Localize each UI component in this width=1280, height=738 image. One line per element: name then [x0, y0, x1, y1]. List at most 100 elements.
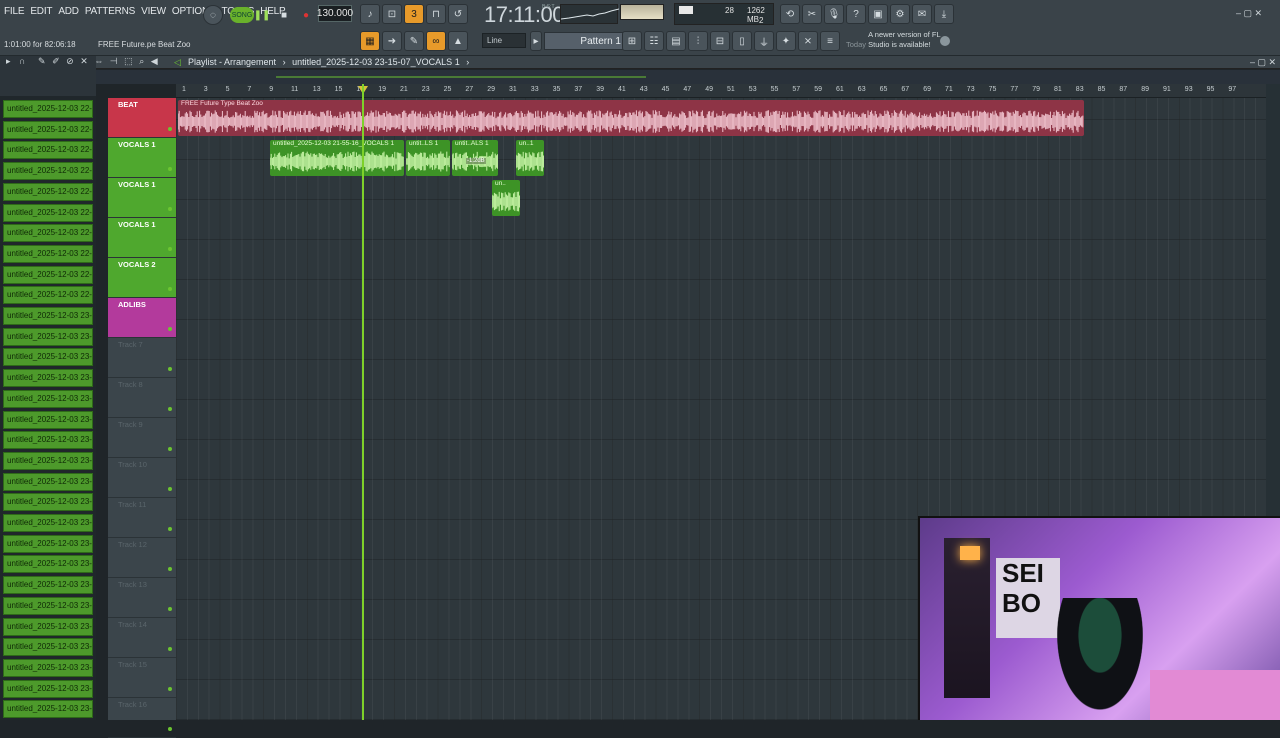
news-panel[interactable]: Today A newer version of FL Studio is av… — [846, 30, 954, 50]
browser-item[interactable]: untitled_2025-12-03 23-... — [3, 327, 93, 346]
menu-patterns[interactable]: PATTERNS — [85, 6, 135, 22]
cut-icon[interactable]: ✂ — [802, 4, 822, 24]
track-activity-icon[interactable] — [168, 687, 172, 691]
track-header[interactable]: Track 7 — [108, 338, 176, 378]
download-icon[interactable]: ⤓ — [934, 4, 954, 24]
mute-tool-icon[interactable]: ✕ — [80, 56, 88, 66]
track-activity-icon[interactable] — [168, 287, 172, 291]
browser-item[interactable]: untitled_2025-12-03 23-... — [3, 555, 93, 574]
playlist-icon[interactable]: ▦ — [360, 31, 380, 51]
track-header[interactable]: Track 12 — [108, 538, 176, 578]
step-edit-icon[interactable]: ⊓ — [426, 4, 446, 24]
track-header[interactable]: Track 13 — [108, 578, 176, 618]
browser-item[interactable]: untitled_2025-12-03 22-... — [3, 162, 93, 181]
browser-item[interactable]: untitled_2025-12-03 22-... — [3, 244, 93, 263]
track-header[interactable]: VOCALS 2 — [108, 258, 176, 298]
menu-view[interactable]: VIEW — [141, 6, 166, 22]
browser-icon[interactable]: ⊟ — [710, 31, 730, 51]
microphone-icon[interactable]: 🎙 — [824, 4, 844, 24]
track-activity-icon[interactable] — [168, 247, 172, 251]
slip-tool-icon[interactable]: ⇔ — [94, 56, 103, 66]
track-header[interactable]: Track 11 — [108, 498, 176, 538]
browser-item[interactable]: untitled_2025-12-03 23-... — [3, 638, 93, 657]
undo-icon[interactable]: ⟲ — [780, 4, 800, 24]
playback-tool-icon[interactable]: ◀ — [151, 56, 158, 66]
browser-item[interactable]: untitled_2025-12-03 22-... — [3, 100, 93, 118]
save-icon[interactable]: ▣ — [868, 4, 888, 24]
browser-item[interactable]: untitled_2025-12-03 22-... — [3, 182, 93, 201]
track-activity-icon[interactable] — [168, 407, 172, 411]
plugin-icon[interactable]: ⚙ — [890, 4, 910, 24]
window-controls-icon[interactable]: – ▢ ✕ — [1236, 8, 1262, 19]
beat-clip[interactable]: FREE Future Type Beat Zoo — [178, 100, 1084, 136]
browser-item[interactable]: untitled_2025-12-03 22-... — [3, 203, 93, 222]
playhead[interactable] — [362, 84, 364, 720]
track-header[interactable]: Track 9 — [108, 418, 176, 458]
track-activity-icon[interactable] — [168, 487, 172, 491]
loop-record-icon[interactable]: ↺ — [448, 4, 468, 24]
track-header[interactable]: VOCALS 1 — [108, 218, 176, 258]
track-activity-icon[interactable] — [168, 127, 172, 131]
delete-tool-icon[interactable]: ⊘ — [66, 56, 74, 66]
mixer-icon[interactable]: ⊞ — [622, 31, 642, 51]
vocal-clip-main[interactable]: untitled_2025-12-03 21-55-16_VOCALS 1 — [270, 140, 404, 176]
browser-item[interactable]: untitled_2025-12-03 22-... — [3, 265, 93, 284]
track-header[interactable]: VOCALS 1 — [108, 178, 176, 218]
countdown-icon[interactable]: 3 — [404, 4, 424, 24]
menu-add[interactable]: ADD — [58, 6, 79, 22]
link-icon[interactable]: ∞ — [426, 31, 446, 51]
metronome-icon[interactable]: ♪ — [360, 4, 380, 24]
zoom-tool-icon[interactable]: ⌕ — [139, 56, 144, 66]
magnet-icon[interactable]: ∩ — [19, 56, 25, 66]
pause-icon[interactable]: ❚❚ — [252, 5, 272, 25]
browser-item[interactable]: untitled_2025-12-03 23-... — [3, 410, 93, 429]
browser-item[interactable]: untitled_2025-12-03 23-... — [3, 658, 93, 677]
track-activity-icon[interactable] — [168, 527, 172, 531]
tempo-display[interactable]: 130.000 — [317, 5, 353, 22]
snap-select[interactable]: Line — [482, 33, 526, 48]
menu-arrow-icon[interactable]: ▸ — [6, 56, 11, 66]
track-activity-icon[interactable] — [168, 167, 172, 171]
browser-item[interactable]: untitled_2025-12-03 23-... — [3, 493, 93, 512]
slice-tool-icon[interactable]: ⊣ — [110, 56, 118, 66]
vocal-clip-c[interactable]: untit..ALS 1 -1.2dB — [452, 140, 498, 176]
menu-edit[interactable]: EDIT — [30, 6, 52, 22]
track-header[interactable]: BEAT — [108, 98, 176, 138]
track-activity-icon[interactable] — [168, 567, 172, 571]
timeline-ruler[interactable]: 1 3 5 7 9 11 13 15 17 19 21 23 25 27 29 31 33 35 37 39 41 43 4… — [176, 84, 1266, 98]
browser-item[interactable]: untitled_2025-12-03 23-... — [3, 576, 93, 595]
track-activity-icon[interactable] — [168, 327, 172, 331]
browser-item[interactable]: untitled_2025-12-03 23-... — [3, 700, 93, 719]
stop-icon[interactable]: ■ — [274, 5, 294, 25]
news-icon[interactable]: ≡ — [820, 31, 840, 51]
browser-item[interactable]: untitled_2025-12-03 23-... — [3, 348, 93, 367]
plug-icon[interactable]: ⏚ — [754, 31, 774, 51]
select-tool-icon[interactable]: ⬚ — [124, 56, 133, 66]
arrow-right-icon[interactable]: ➜ — [382, 31, 402, 51]
vocal-clip-b[interactable]: untit..LS 1 — [406, 140, 450, 176]
draw-tool-icon[interactable]: ✎ — [38, 56, 46, 66]
file-icon[interactable]: ▯ — [732, 31, 752, 51]
browser-item[interactable]: untitled_2025-12-03 22-... — [3, 141, 93, 160]
track-activity-icon[interactable] — [168, 647, 172, 651]
track-activity-icon[interactable] — [168, 447, 172, 451]
browser-item[interactable]: untitled_2025-12-03 23-... — [3, 389, 93, 408]
browser-item[interactable]: untitled_2025-12-03 23-... — [3, 679, 93, 698]
chat-icon[interactable]: ✉ — [912, 4, 932, 24]
track-header[interactable]: Track 15 — [108, 658, 176, 698]
track-header[interactable]: Track 10 — [108, 458, 176, 498]
track-header[interactable]: VOCALS 1 — [108, 138, 176, 178]
song-mode-toggle[interactable]: SONG — [230, 7, 254, 23]
stamp-icon[interactable]: ▲ — [448, 31, 468, 51]
track-activity-icon[interactable] — [168, 207, 172, 211]
track-header[interactable]: Track 16 — [108, 698, 176, 738]
browser-item[interactable]: untitled_2025-12-03 23-... — [3, 431, 93, 450]
browser-item[interactable]: untitled_2025-12-03 23-... — [3, 617, 93, 636]
recording-knob-icon[interactable]: ◌ — [203, 5, 223, 25]
paint-tool-icon[interactable]: ✐ — [52, 56, 60, 66]
browser-item[interactable]: untitled_2025-12-03 22-... — [3, 120, 93, 139]
track-activity-icon[interactable] — [168, 367, 172, 371]
track-header[interactable]: ADLIBS — [108, 298, 176, 338]
browser-item[interactable]: untitled_2025-12-03 23-... — [3, 369, 93, 388]
vocal-clip-d[interactable]: un..1 — [516, 140, 544, 176]
